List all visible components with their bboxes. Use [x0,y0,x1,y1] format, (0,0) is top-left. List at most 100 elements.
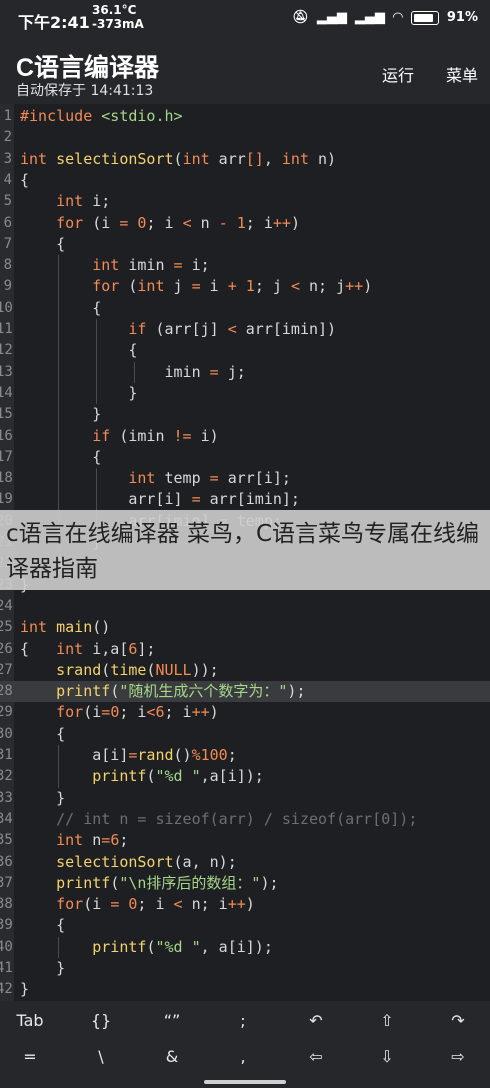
line-number: 34 [0,810,13,827]
code-text[interactable]: { [20,447,101,468]
code-line[interactable]: 10 { [0,298,490,319]
code-line[interactable]: 35 int n=6; [0,830,490,851]
code-line[interactable]: 26 { int i,a[6]; [0,639,490,660]
undo-icon[interactable]: ↶ [292,1011,340,1030]
code-line[interactable]: 38 for(i = 0; i < n; i++) [0,894,490,915]
home-indicator[interactable] [204,1080,286,1084]
code-text[interactable]: printf("随机生成六个数字为："); [20,681,305,702]
tab-key[interactable]: Tab [6,1011,54,1030]
code-line[interactable]: 18 int temp = arr[i]; [0,468,490,489]
code-line[interactable]: 28 printf("随机生成六个数字为："); [0,681,490,703]
code-text[interactable]: printf("\n排序后的数组："); [20,873,278,894]
code-line[interactable]: 40 printf("%d ", a[i]); [0,937,490,958]
code-text[interactable]: srand(time(NULL)); [20,660,219,681]
code-line[interactable]: 3 int selectionSort(int arr[], int n) [0,149,490,170]
code-line[interactable]: 13 imin = j; [0,362,490,383]
code-text[interactable]: { [20,170,29,191]
code-text[interactable]: if (arr[j] < arr[imin]) [20,319,336,340]
code-text[interactable]: printf("%d ",a[i]); [20,766,264,787]
ampersand-key[interactable]: & [148,1047,196,1066]
code-text[interactable]: selectionSort(a, n); [20,852,237,873]
arrow-left-icon[interactable]: ⇦ [292,1047,340,1066]
line-number: 12 [0,342,13,359]
code-line[interactable]: 32 printf("%d ",a[i]); [0,766,490,787]
code-text[interactable]: int selectionSort(int arr[], int n) [20,149,336,170]
code-text[interactable]: int n=6; [20,830,128,851]
code-line[interactable]: 15 } [0,404,490,425]
code-line[interactable]: 30 { [0,724,490,745]
code-text[interactable]: } [20,404,101,425]
code-text[interactable]: #include <stdio.h> [20,106,183,127]
code-line[interactable]: 4{ [0,170,490,191]
code-text[interactable]: for(i = 0; i < n; i++) [20,894,255,915]
code-line[interactable]: 12 { [0,340,490,361]
line-number: 3 [3,150,12,167]
line-number: 6 [3,214,12,231]
code-line[interactable]: 19 arr[i] = arr[imin]; [0,489,490,510]
shift-up-icon[interactable]: ⇧ [363,1011,411,1030]
run-button[interactable]: 运行 [382,62,414,86]
code-line[interactable]: 36 selectionSort(a, n); [0,852,490,873]
code-text[interactable]: int i; [20,191,110,212]
code-text[interactable]: // int n = sizeof(arr) / sizeof(arr[0]); [20,809,417,830]
indent-guide [134,361,135,383]
code-text[interactable]: { [20,340,137,361]
code-line[interactable]: 9 for (int j = i + 1; j < n; j++) [0,276,490,297]
code-line[interactable]: 39 { [0,915,490,936]
line-number: 35 [0,832,13,849]
code-text[interactable]: } [20,958,65,979]
code-line[interactable]: 41 } [0,958,490,979]
code-line[interactable]: 24 [0,596,490,617]
wifi-icon: ◠ [392,10,403,25]
braces-key[interactable]: {} [77,1011,125,1030]
code-line[interactable]: 7 { [0,234,490,255]
code-text[interactable]: { [20,234,65,255]
code-text[interactable]: arr[i] = arr[imin]; [20,489,300,510]
code-text[interactable]: for (int j = i + 1; j < n; j++) [20,276,372,297]
code-line[interactable]: 34 // int n = sizeof(arr) / sizeof(arr[0… [0,809,490,830]
code-text[interactable]: { [20,298,101,319]
code-text[interactable]: } [20,788,65,809]
code-line[interactable]: 33 } [0,788,490,809]
redo-icon[interactable]: ↷ [434,1011,482,1030]
code-text[interactable]: } [20,383,137,404]
code-line[interactable]: 17 { [0,447,490,468]
code-text[interactable]: { [20,724,65,745]
code-line[interactable]: 1 #include <stdio.h> [0,106,490,127]
code-text[interactable]: imin = j; [20,362,245,383]
code-text[interactable]: a[i]=rand()%100; [20,745,237,766]
code-line[interactable]: 31 a[i]=rand()%100; [0,745,490,766]
equals-key[interactable]: = [6,1047,54,1066]
arrow-down-icon[interactable]: ⇩ [363,1047,411,1066]
code-text[interactable]: for (i = 0; i < n - 1; i++) [20,213,300,234]
code-line[interactable]: 8 int imin = i; [0,255,490,276]
line-number: 33 [0,789,13,806]
backslash-key[interactable]: \ [77,1047,125,1066]
menu-button[interactable]: 菜单 [446,62,478,86]
code-line[interactable]: 37 printf("\n排序后的数组："); [0,873,490,894]
code-line[interactable]: 25 int main() [0,617,490,638]
code-line[interactable]: 14 } [0,383,490,404]
semicolon-key[interactable]: ; [219,1011,267,1030]
code-line[interactable]: 27 srand(time(NULL)); [0,660,490,681]
code-text[interactable]: { int i,a[6]; [20,639,155,660]
code-line[interactable]: 16 if (imin != i) [0,426,490,447]
quotes-key[interactable]: “” [148,1011,196,1030]
code-text[interactable]: int main() [20,617,110,638]
signal2-icon: ▂▄▆ [354,10,385,25]
arrow-right-icon[interactable]: ⇨ [434,1047,482,1066]
comma-key[interactable]: , [219,1047,267,1066]
current-readout: -373mA [92,17,144,31]
code-text[interactable]: for(i=0; i<6; i++) [20,702,219,723]
code-line[interactable]: 6 for (i = 0; i < n - 1; i++) [0,213,490,234]
code-line[interactable]: 2 [0,127,490,148]
code-text[interactable]: { [20,915,65,936]
code-text[interactable]: if (imin != i) [20,426,218,447]
code-line[interactable]: 42} [0,979,490,1000]
code-text[interactable]: } [20,979,29,1000]
code-line[interactable]: 5 int i; [0,191,490,212]
code-text[interactable]: int imin = i; [20,255,209,276]
code-text[interactable]: int temp = arr[i]; [20,468,291,489]
code-line[interactable]: 11 if (arr[j] < arr[imin]) [0,319,490,340]
code-line[interactable]: 29 for(i=0; i<6; i++) [0,702,490,723]
